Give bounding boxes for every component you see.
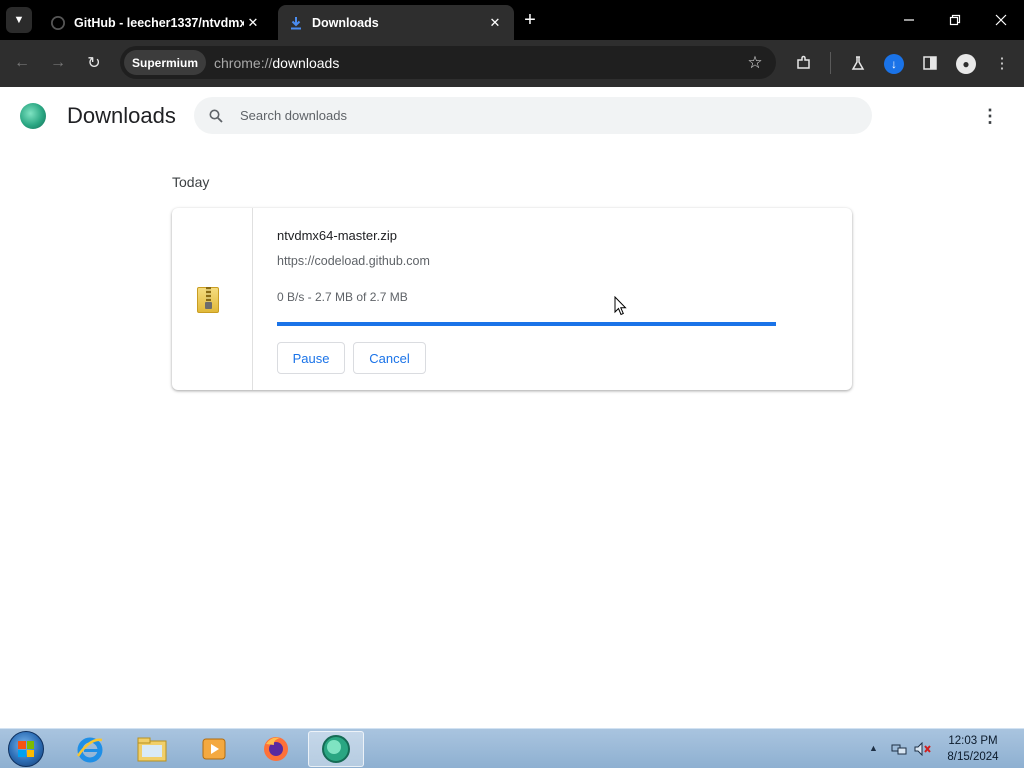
close-icon[interactable]: ✕ [244, 14, 262, 32]
windows-logo-icon [18, 741, 34, 757]
firefox-icon [264, 737, 288, 761]
close-icon [995, 14, 1007, 26]
search-input[interactable] [240, 108, 840, 123]
search-icon [208, 108, 224, 124]
taskbar-firefox[interactable] [248, 731, 304, 767]
tab-strip: ▼ GitHub - leecher1337/ntvdmx64 ✕ Downlo… [0, 0, 1024, 40]
mouse-cursor-icon [614, 296, 627, 316]
reload-icon: ↻ [87, 55, 101, 72]
more-vert-icon: ⋮ [981, 105, 999, 126]
close-window-button[interactable] [986, 6, 1016, 34]
cancel-button[interactable]: Cancel [353, 342, 426, 374]
media-player-icon [202, 738, 226, 760]
address-bar[interactable]: Supermium chrome://downloads ☆ [120, 46, 776, 79]
new-tab-button[interactable]: + [518, 8, 542, 32]
internet-explorer-icon [76, 737, 103, 763]
url-scheme: chrome:// [214, 54, 273, 71]
file-explorer-icon [137, 737, 167, 762]
file-icon-column [172, 208, 253, 390]
taskbar-media-player[interactable] [186, 731, 242, 767]
tab-search-button[interactable]: ▼ [6, 7, 32, 33]
taskbar-internet-explorer[interactable] [62, 731, 118, 767]
pause-button[interactable]: Pause [277, 342, 345, 374]
start-button[interactable] [8, 731, 44, 767]
extensions-button[interactable] [792, 51, 816, 75]
tab-title: GitHub - leecher1337/ntvdmx64 [74, 15, 244, 30]
date-heading: Today [172, 174, 210, 190]
show-hidden-icons-button[interactable]: ▲ [869, 743, 878, 753]
toolbar-divider [830, 52, 831, 74]
page-title: Downloads [67, 103, 176, 128]
tab-title: Downloads [312, 15, 379, 30]
labs-button[interactable] [846, 51, 870, 75]
download-progress-bar [277, 322, 776, 326]
download-progress-fill [277, 322, 776, 326]
arrow-left-icon: ← [14, 54, 30, 71]
forward-button[interactable]: → [46, 51, 70, 75]
side-panel-icon [923, 56, 937, 70]
url-path: downloads [272, 54, 340, 71]
downloads-button[interactable]: ↓ [882, 51, 906, 75]
puzzle-icon [797, 55, 810, 69]
download-icon: ↓ [884, 54, 904, 74]
clock-time: 12:03 PM [948, 735, 998, 747]
minimize-icon [904, 19, 914, 21]
browser-menu-button[interactable]: ⋮ [990, 51, 1014, 75]
file-name[interactable]: ntvdmx64-master.zip [277, 228, 397, 243]
chevron-down-icon: ▼ [13, 14, 25, 26]
search-bar[interactable] [194, 97, 872, 134]
more-actions-button[interactable]: ⋮ [978, 104, 1002, 128]
close-icon[interactable]: ✕ [486, 14, 504, 32]
downloads-header: Downloads ⋮ [0, 87, 1024, 143]
network-icon[interactable] [890, 740, 908, 758]
plus-icon: + [524, 8, 536, 31]
volume-muted-icon[interactable] [914, 740, 932, 758]
url-text[interactable]: chrome://downloads [214, 55, 339, 71]
tab-downloads[interactable]: Downloads ✕ [278, 5, 514, 40]
download-item: ntvdmx64-master.zip https://codeload.git… [172, 208, 852, 390]
zip-file-icon [197, 285, 223, 313]
download-status: 0 B/s - 2.7 MB of 2.7 MB [277, 290, 408, 304]
site-chip[interactable]: Supermium [124, 50, 207, 75]
taskbar-file-explorer[interactable] [124, 731, 180, 767]
clock-date: 8/15/2024 [947, 751, 999, 763]
flask-icon [851, 56, 865, 70]
tab-github[interactable]: GitHub - leecher1337/ntvdmx64 ✕ [40, 5, 272, 40]
back-button[interactable]: ← [10, 51, 34, 75]
arrow-right-icon: → [50, 54, 66, 71]
supermium-logo-icon [20, 103, 46, 129]
profile-button[interactable]: ● [954, 51, 978, 75]
minimize-button[interactable] [894, 6, 924, 34]
system-clock[interactable]: 12:03 PM 8/15/2024 [940, 733, 1006, 765]
download-icon [288, 15, 304, 31]
avatar-icon: ● [956, 54, 976, 74]
taskbar: ▲ 12:03 PM 8/15/2024 [0, 728, 1024, 768]
more-vert-icon: ⋮ [994, 55, 1010, 72]
restore-button[interactable] [940, 6, 970, 34]
source-url[interactable]: https://codeload.github.com [277, 254, 430, 268]
reload-button[interactable]: ↻ [82, 51, 106, 75]
supermium-icon [322, 735, 350, 763]
side-panel-button[interactable] [918, 51, 942, 75]
bookmark-star-icon[interactable]: ☆ [744, 52, 766, 74]
restore-icon [949, 14, 961, 26]
browser-toolbar: ← → ↻ Supermium chrome://downloads ☆ ↓ ●… [0, 40, 1024, 87]
taskbar-supermium[interactable] [308, 731, 364, 767]
github-icon [50, 15, 66, 31]
